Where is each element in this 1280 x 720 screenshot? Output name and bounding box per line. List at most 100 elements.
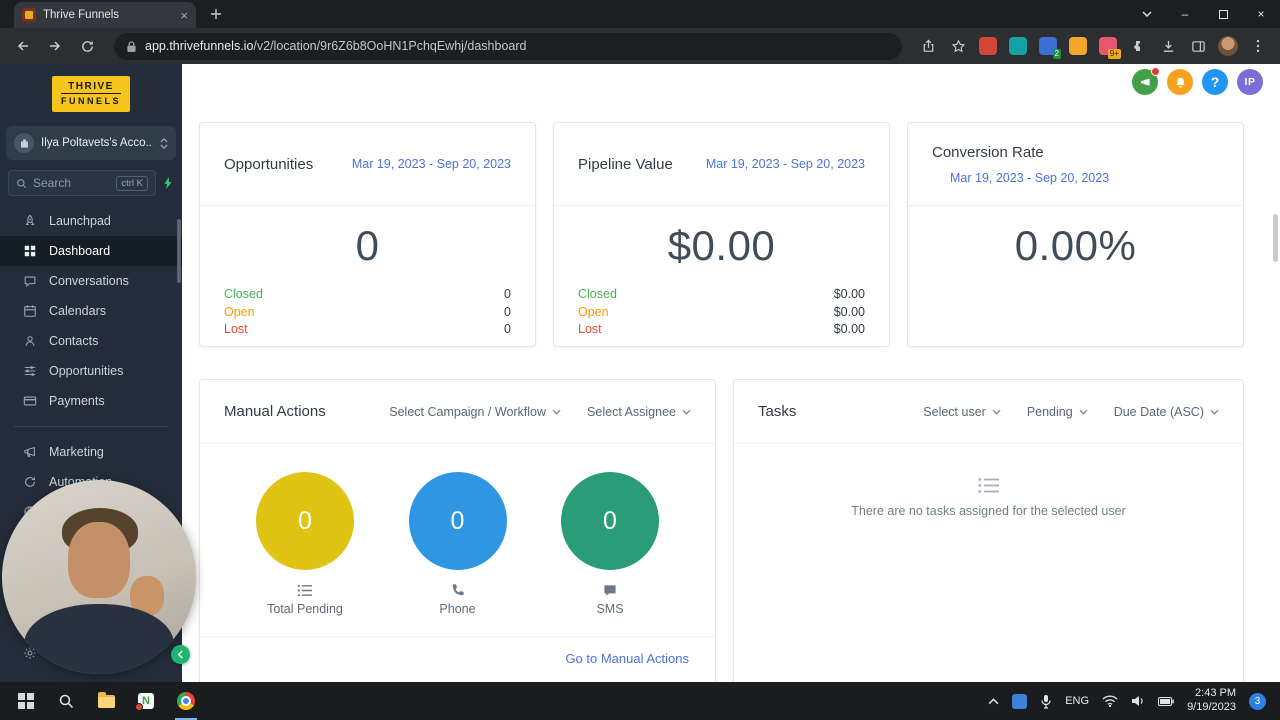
browser-tab[interactable]: Thrive Funnels × [14,2,196,28]
new-tab-button[interactable] [204,2,228,26]
chevron-down-icon [552,409,561,415]
address-bar[interactable]: app.thrivefunnels.io/v2/location/9r6Z6b8… [114,32,902,60]
action-center-badge[interactable]: 3 [1249,692,1266,710]
dashboard-main: ? IP Opportunities Mar 19, 2023 - Sep 20… [182,64,1280,682]
tray-expand-icon[interactable] [988,697,999,705]
extension-icon-1[interactable] [979,37,997,55]
account-switcher[interactable]: Ilya Poltavets's Acco... [6,126,176,160]
phone-icon [450,583,465,598]
extension-badge: 9+ [1107,49,1121,59]
sidebar-item-calendars[interactable]: Calendars [0,296,182,326]
taskbar-search-icon[interactable] [46,682,86,720]
sort-dropdown[interactable]: Due Date (ASC) [1114,405,1219,419]
contacts-icon [22,334,38,348]
date-range-picker[interactable]: Mar 19, 2023 - Sep 20, 2023 [706,157,865,171]
date-range-picker[interactable]: Mar 19, 2023 - Sep 20, 2023 [352,157,511,171]
user-dropdown[interactable]: Select user [923,405,1001,419]
microphone-icon[interactable] [1040,694,1052,709]
dropdown-label: Select user [923,404,986,419]
chevron-down-icon [682,409,691,415]
payments-icon [22,394,38,408]
sms-count: 0 [561,472,659,570]
search-placeholder: Search [33,176,72,190]
profile-avatar[interactable] [1216,34,1240,58]
sidebar-item-dashboard[interactable]: Dashboard [0,236,182,266]
url-text: app.thrivefunnels.io/v2/location/9r6Z6b8… [145,39,526,53]
card-title: Conversion Rate [932,143,1044,161]
stat-rows: Closed 0 Open 0 Lost 0 [200,286,535,339]
sidebar-scrollbar[interactable] [177,219,181,283]
tray-app-icon[interactable] [1012,693,1028,709]
campaign-workflow-dropdown[interactable]: Select Campaign / Workflow [389,405,561,419]
back-icon[interactable] [10,33,36,59]
bookmark-star-icon[interactable] [946,34,970,58]
downloads-icon[interactable] [1156,34,1180,58]
minimize-button[interactable]: – [1166,0,1204,28]
start-button[interactable] [6,682,46,720]
browser-menu-icon[interactable] [1246,34,1270,58]
help-button[interactable]: ? [1202,69,1228,95]
main-scrollbar[interactable] [1273,214,1278,262]
tasks-filters: Select user Pending Due Date (ASC) [923,405,1219,419]
app-badge [135,703,143,711]
screen: Thrive Funnels × – × app.thrivefunnels.i… [0,0,1280,720]
primary-nav: Launchpad Dashboard Conversations Calend… [0,206,182,416]
quick-actions-bolt-icon[interactable] [162,176,174,190]
url-path: /v2/location/9r6Z6b8OoHN1PchqEwhj/dashbo… [253,39,527,53]
list-icon [297,583,314,598]
volume-icon[interactable] [1131,695,1145,707]
status-dropdown[interactable]: Pending [1027,405,1088,419]
assignee-dropdown[interactable]: Select Assignee [587,405,691,419]
manual-actions-stats: 0 Total Pending 0 Phone 0 SMS [200,444,715,616]
clock-time: 2:43 PM [1195,687,1236,700]
refresh-icon[interactable] [74,33,100,59]
card-header: Opportunities Mar 19, 2023 - Sep 20, 202… [200,123,535,206]
share-icon[interactable] [916,34,940,58]
wifi-icon[interactable] [1102,695,1118,707]
extension-icon-4[interactable] [1069,37,1087,55]
sidebar-item-launchpad[interactable]: Launchpad [0,206,182,236]
stat-row-lost: Lost $0.00 [578,321,865,339]
extension-icon-2[interactable] [1009,37,1027,55]
announcements-button[interactable] [1132,67,1160,95]
extension-icon-5[interactable]: 9+ [1099,37,1121,59]
conversion-rate-card: Conversion Rate Mar 19, 2023 - Sep 20, 2… [907,122,1244,347]
lower-row: Manual Actions Select Campaign / Workflo… [199,379,1244,682]
total-pending-count: 0 [256,472,354,570]
forward-icon[interactable] [42,33,68,59]
battery-icon[interactable] [1158,696,1174,706]
browser-toolbar: app.thrivefunnels.io/v2/location/9r6Z6b8… [0,28,1280,64]
webcam-overlay [2,480,196,674]
notifications-bell-button[interactable] [1167,69,1193,95]
sidebar-item-conversations[interactable]: Conversations [0,266,182,296]
user-avatar[interactable]: IP [1237,69,1263,95]
search-input[interactable]: Search ctrl K [8,170,156,196]
sidebar-item-contacts[interactable]: Contacts [0,326,182,356]
extension-icon-3[interactable]: 2 [1039,37,1061,59]
extensions-puzzle-icon[interactable] [1126,34,1150,58]
row-label: Closed [224,287,263,301]
sms-stat: 0 SMS [550,472,670,616]
file-explorer-icon[interactable] [86,682,126,720]
row-value: 0 [504,287,511,301]
tab-search-icon[interactable] [1128,0,1166,28]
calendar-icon [22,304,38,318]
sidebar-item-payments[interactable]: Payments [0,386,182,416]
stat-row-closed: Closed 0 [224,286,511,304]
app-logo: THRIVE FUNNELS [52,76,130,112]
side-panel-icon[interactable] [1186,34,1210,58]
tab-close-icon[interactable]: × [180,9,188,22]
language-indicator[interactable]: ENG [1065,695,1089,707]
notepad-app-icon[interactable]: N [126,682,166,720]
extension-badge: 2 [1052,49,1061,59]
opportunities-icon [22,364,38,378]
dropdown-label: Pending [1026,404,1073,419]
maximize-button[interactable] [1204,0,1242,28]
sidebar-item-marketing[interactable]: Marketing [0,437,182,467]
go-to-manual-actions-link[interactable]: Go to Manual Actions [565,651,689,666]
sidebar-item-opportunities[interactable]: Opportunities [0,356,182,386]
close-button[interactable]: × [1242,0,1280,28]
taskbar-clock[interactable]: 2:43 PM 9/19/2023 [1187,687,1236,715]
chrome-taskbar-icon[interactable] [166,682,206,720]
date-range-picker[interactable]: Mar 19, 2023 - Sep 20, 2023 [950,171,1219,185]
